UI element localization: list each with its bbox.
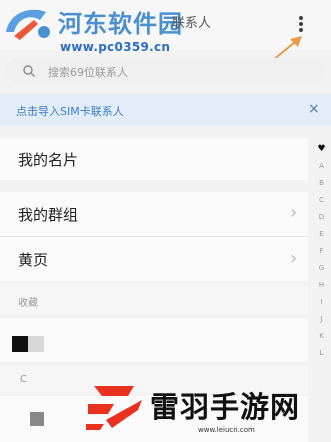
index-letter[interactable]: B [312, 179, 331, 187]
watermark-url: www.leiucn.com [198, 426, 255, 434]
import-sim-label: 点击导入SIM卡联系人 [16, 105, 124, 118]
index-letter[interactable]: H [312, 281, 331, 289]
search-icon [23, 65, 35, 77]
watermark-title: 雷羽手游网 [150, 390, 301, 424]
search-placeholder: 搜索69位联系人 [48, 66, 128, 79]
chevron-right-icon: › [290, 202, 298, 223]
index-letter[interactable]: E [312, 230, 331, 238]
index-letter[interactable]: D [312, 213, 331, 221]
index-letter[interactable]: G [312, 264, 331, 272]
index-letter[interactable]: L [312, 349, 331, 357]
favorites-section-header [0, 284, 308, 314]
contacts-tab-label[interactable]: 联系人 [172, 12, 211, 31]
close-icon[interactable]: × [308, 101, 320, 117]
chevron-right-icon: › [290, 248, 298, 269]
watermark-title: 河东软件园 [58, 10, 183, 38]
index-letter[interactable]: C [312, 196, 331, 204]
index-letter[interactable]: K [312, 332, 331, 340]
avatar [12, 336, 28, 352]
favorite-contact-row[interactable] [0, 318, 308, 362]
my-groups-label: 我的群组 [18, 206, 79, 224]
avatar-placeholder [28, 336, 44, 352]
avatar [30, 412, 44, 426]
index-heart[interactable]: ♥ [312, 144, 331, 154]
yellow-pages-label: 黄页 [18, 251, 49, 269]
index-letter[interactable]: A [312, 162, 331, 170]
watermark-url: www.pc0359.cn [60, 40, 171, 54]
favorites-header-label: 收藏 [18, 298, 38, 309]
my-card-label: 我的名片 [18, 151, 79, 169]
index-letter[interactable]: J [312, 315, 331, 323]
index-letter[interactable]: F [312, 247, 331, 255]
section-c-label: C [20, 374, 27, 385]
watermark-logo-icon [86, 386, 142, 430]
index-letter[interactable]: I [312, 298, 331, 306]
watermark-logo-icon [6, 9, 50, 40]
